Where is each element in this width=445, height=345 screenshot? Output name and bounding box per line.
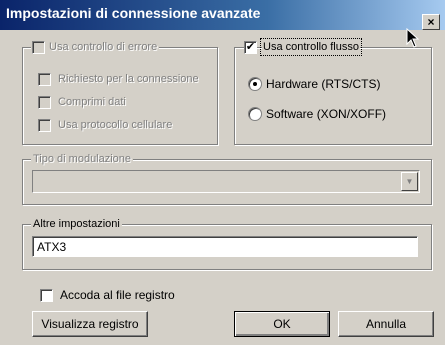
hardware-radio[interactable] <box>248 77 262 91</box>
compress-data-checkbox[interactable] <box>38 96 51 109</box>
error-control-label: Usa controllo di errore <box>49 41 158 53</box>
cellular-protocol-checkbox[interactable] <box>38 119 51 132</box>
flow-control-checkbox[interactable]: ✔ <box>244 41 257 54</box>
software-radio[interactable] <box>248 107 262 121</box>
extra-settings-input[interactable]: ATX3 <box>32 236 418 257</box>
cancel-button[interactable]: Annulla <box>338 311 434 337</box>
error-control-legend: Usa controllo di errore <box>31 40 160 54</box>
ok-button[interactable]: OK <box>234 311 330 337</box>
flow-control-group <box>234 47 432 145</box>
dialog-window: Impostazioni di connessione avanzate × U… <box>0 0 445 345</box>
modulation-legend: Tipo di modulazione <box>31 152 134 166</box>
title-bar[interactable]: Impostazioni di connessione avanzate × <box>0 0 445 30</box>
compress-data-label: Comprimi dati <box>58 96 126 108</box>
extra-settings-legend: Altre impostazioni <box>31 217 122 231</box>
cellular-protocol-label: Usa protocollo cellulare <box>58 119 173 131</box>
log-checkbox[interactable] <box>40 289 53 302</box>
modulation-combobox[interactable]: ▼ <box>32 170 420 193</box>
log-label[interactable]: Accoda al file registro <box>60 288 175 302</box>
dropdown-arrow-icon[interactable]: ▼ <box>401 172 418 191</box>
window-title: Impostazioni di connessione avanzate <box>6 5 261 21</box>
hardware-label[interactable]: Hardware (RTS/CTS) <box>266 77 380 91</box>
close-button[interactable]: × <box>422 14 440 30</box>
software-label[interactable]: Software (XON/XOFF) <box>266 107 386 121</box>
mouse-cursor-icon <box>406 28 420 48</box>
error-control-checkbox[interactable] <box>32 41 45 54</box>
flow-control-label[interactable]: Usa controllo flusso <box>260 38 362 56</box>
required-connection-checkbox[interactable] <box>38 73 51 86</box>
view-log-button[interactable]: Visualizza registro <box>32 311 148 337</box>
required-connection-label: Richiesto per la connessione <box>58 73 199 85</box>
